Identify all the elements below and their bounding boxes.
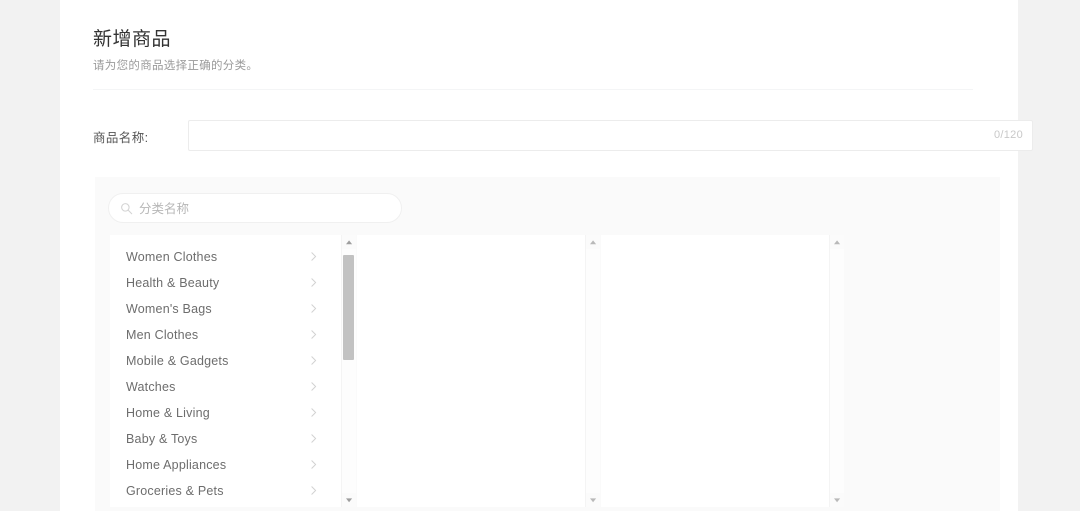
page-title: 新增商品 xyxy=(93,29,172,50)
category-column-1: Women Clothes Health & Beauty Women's Ba… xyxy=(110,235,356,507)
category-column-3 xyxy=(601,235,844,507)
list-item-label: Men Clothes xyxy=(126,328,199,342)
header-divider xyxy=(93,89,973,90)
caret-up-icon[interactable] xyxy=(830,235,844,249)
list-item[interactable]: Women Clothes xyxy=(110,244,334,270)
caret-down-icon[interactable] xyxy=(830,493,844,507)
category-search-box[interactable] xyxy=(108,193,402,224)
chevron-right-icon xyxy=(310,322,320,348)
list-item[interactable]: Baby & Toys xyxy=(110,426,334,452)
chevron-right-icon xyxy=(310,478,320,504)
scrollbar-column-1[interactable] xyxy=(341,235,356,507)
product-name-row: 商品名称: 0/120 xyxy=(93,120,1033,151)
scrollbar-column-2[interactable] xyxy=(585,235,600,507)
list-item[interactable]: Watches xyxy=(110,374,334,400)
content-card: 新增商品 请为您的商品选择正确的分类。 商品名称: 0/120 分类名称 Wom… xyxy=(60,0,1033,511)
chevron-right-icon xyxy=(310,400,320,426)
list-item-label: Women's Bags xyxy=(126,302,212,316)
search-icon xyxy=(120,202,133,215)
chevron-right-icon xyxy=(310,426,320,452)
list-item-label: Women Clothes xyxy=(126,250,218,264)
caret-up-icon[interactable] xyxy=(342,235,356,249)
app-root: 新增商品 请为您的商品选择正确的分类。 商品名称: 0/120 分类名称 Wom… xyxy=(0,0,1080,511)
list-item-label: Health & Beauty xyxy=(126,276,220,290)
product-name-input-wrapper[interactable]: 0/120 xyxy=(188,120,1033,151)
list-item-label: Baby & Toys xyxy=(126,432,198,446)
caret-down-icon[interactable] xyxy=(342,493,356,507)
caret-down-icon[interactable] xyxy=(586,493,600,507)
scrollbar-column-3[interactable] xyxy=(829,235,844,507)
category-search-input[interactable] xyxy=(137,194,399,224)
product-name-label: 商品名称: xyxy=(93,131,149,145)
chevron-right-icon xyxy=(310,270,320,296)
caret-up-icon[interactable] xyxy=(586,235,600,249)
list-item[interactable]: Home Appliances xyxy=(110,452,334,478)
list-item-label: Home Appliances xyxy=(126,458,227,472)
chevron-right-icon xyxy=(310,374,320,400)
list-item[interactable]: Mobile & Gadgets xyxy=(110,348,334,374)
chevron-right-icon xyxy=(310,296,320,322)
category-column-2 xyxy=(357,235,600,507)
category-list-3 xyxy=(601,244,822,507)
list-item[interactable]: Groceries & Pets xyxy=(110,478,334,504)
scrollbar-track[interactable] xyxy=(342,249,356,493)
scrollbar-thumb[interactable] xyxy=(343,255,354,360)
page-subtitle: 请为您的商品选择正确的分类。 xyxy=(93,60,259,72)
product-name-counter: 0/120 xyxy=(993,129,1023,141)
list-item-label: Home & Living xyxy=(126,406,210,420)
scrollbar-track[interactable] xyxy=(586,249,600,493)
list-item[interactable]: Home & Living xyxy=(110,400,334,426)
category-columns: Women Clothes Health & Beauty Women's Ba… xyxy=(110,235,983,507)
scrollbar-track[interactable] xyxy=(830,249,844,493)
list-item[interactable]: Women's Bags xyxy=(110,296,334,322)
list-item-label: Groceries & Pets xyxy=(126,484,224,498)
category-list-2 xyxy=(357,244,578,507)
page-header: 新增商品 请为您的商品选择正确的分类。 xyxy=(93,28,973,74)
chevron-right-icon xyxy=(310,452,320,478)
chevron-right-icon xyxy=(310,348,320,374)
category-picker-panel: Women Clothes Health & Beauty xyxy=(95,177,1000,511)
chevron-right-icon xyxy=(310,244,320,270)
list-item[interactable]: Men Clothes xyxy=(110,322,334,348)
product-name-input[interactable] xyxy=(189,121,979,150)
list-item[interactable]: Health & Beauty xyxy=(110,270,334,296)
list-item-label: Watches xyxy=(126,380,176,394)
list-item-label: Mobile & Gadgets xyxy=(126,354,229,368)
category-list-1: Women Clothes Health & Beauty Women's Ba… xyxy=(110,244,334,507)
